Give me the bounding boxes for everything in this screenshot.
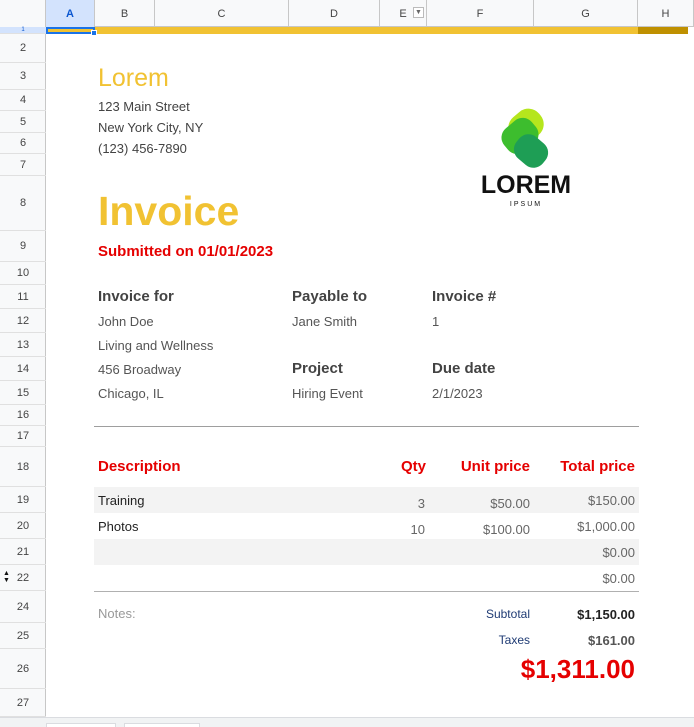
row-header-25[interactable]: 25 [0, 623, 46, 649]
project-value: Hiring Event [292, 386, 363, 401]
submitted-date: Submitted on 01/01/2023 [98, 243, 274, 260]
item-description: Photos [98, 519, 139, 534]
table-header-total-price: Total price [560, 458, 635, 475]
column-header-h[interactable]: H [638, 0, 694, 27]
notes-label: Notes: [98, 606, 136, 621]
row-header-21[interactable]: 21 [0, 539, 46, 565]
item-total-price: $1,000.00 [577, 519, 635, 534]
row-header-16[interactable]: 16 [0, 405, 46, 426]
row-header-1[interactable]: 1 [0, 27, 46, 34]
payable-to-label: Payable to [292, 288, 368, 305]
header-stripe [46, 27, 638, 34]
column-header-e-label: E [399, 7, 407, 20]
company-phone: (123) 456-7890 [98, 141, 187, 156]
item-total-price: $0.00 [602, 571, 635, 586]
section-divider [94, 426, 639, 427]
sheet-tabs-bar [0, 717, 694, 727]
company-name: Lorem [98, 64, 169, 92]
invoice-sheet[interactable]: Lorem 123 Main Street New York City, NY … [46, 27, 694, 717]
row-header-6[interactable]: 6 [0, 133, 46, 154]
invoice-for-line-3: 456 Broadway [98, 362, 182, 377]
sheet-tab-1[interactable] [46, 723, 116, 727]
logo-mark-icon [501, 108, 549, 168]
row-header-13[interactable]: 13 [0, 333, 46, 357]
item-unit-price: $50.00 [490, 496, 530, 511]
company-street: 123 Main Street [98, 99, 190, 114]
column-header-g[interactable]: G [534, 0, 638, 27]
item-unit-price: $100.00 [483, 522, 530, 537]
item-total-price: $150.00 [588, 493, 635, 508]
subtotal-label: Subtotal [485, 607, 530, 621]
invoice-for-line-1: John Doe [98, 314, 154, 329]
company-city: New York City, NY [98, 120, 204, 135]
invoice-for-line-2: Living and Wellness [98, 338, 214, 353]
subtotal-value: $1,150.00 [577, 607, 635, 622]
company-logo: LOREM IPSUM [474, 105, 578, 215]
row-header-4[interactable]: 4 [0, 90, 46, 111]
sheet-tab-2[interactable] [124, 723, 200, 727]
active-cell-a1[interactable] [46, 27, 95, 34]
row-header-22[interactable]: ▲ ▼ 22 [0, 565, 46, 591]
row-header-20[interactable]: 20 [0, 513, 46, 539]
fill-handle[interactable] [91, 30, 97, 36]
column-header-e[interactable]: E ▼ [380, 0, 427, 27]
row-header-2[interactable]: 2 [0, 34, 46, 63]
logo-sub: IPSUM [509, 201, 543, 208]
row-header-10[interactable]: 10 [0, 262, 46, 285]
row-header-19[interactable]: 19 [0, 487, 46, 513]
column-header-b[interactable]: B [95, 0, 155, 27]
item-qty: 10 [410, 522, 425, 537]
invoice-for-label: Invoice for [98, 288, 174, 305]
row-header-12[interactable]: 12 [0, 309, 46, 333]
row-header-15[interactable]: 15 [0, 381, 46, 405]
item-qty: 3 [417, 496, 425, 511]
column-header-c[interactable]: C [155, 0, 289, 27]
row-header-11[interactable]: 11 [0, 285, 46, 309]
item-description: Training [98, 493, 145, 508]
header-stripe-dark [638, 27, 688, 34]
due-date-value: 2/1/2023 [432, 386, 483, 401]
row-header-7[interactable]: 7 [0, 154, 46, 176]
grand-total: $1,311.00 [520, 654, 635, 684]
table-bottom-divider [94, 591, 639, 592]
taxes-value: $161.00 [588, 633, 635, 648]
invoice-number-value: 1 [432, 314, 440, 329]
filter-dropdown-icon[interactable]: ▼ [413, 7, 424, 18]
column-header-d[interactable]: D [289, 0, 380, 27]
row-header-9[interactable]: 9 [0, 231, 46, 262]
select-all-corner[interactable] [0, 0, 46, 27]
payable-to-value: Jane Smith [292, 314, 358, 329]
row-header-22-label: 22 [16, 571, 30, 584]
row-header-17[interactable]: 17 [0, 426, 46, 447]
column-header-bar: A B C D E ▼ F G H [0, 0, 694, 27]
logo-word: LOREM [480, 171, 572, 199]
invoice-for-line-4: Chicago, IL [98, 386, 164, 401]
row-header-3[interactable]: 3 [0, 63, 46, 90]
item-total-price: $0.00 [602, 545, 635, 560]
row-header-5[interactable]: 5 [0, 111, 46, 133]
hidden-rows-toggle-icon[interactable]: ▲ ▼ [3, 570, 10, 584]
table-header-qty: Qty [400, 458, 426, 475]
taxes-label: Taxes [498, 633, 530, 647]
column-header-a[interactable]: A [46, 0, 95, 27]
table-header-unit-price: Unit price [460, 458, 530, 475]
row-header-26[interactable]: 26 [0, 649, 46, 689]
row-header-24[interactable]: 24 [0, 591, 46, 623]
row-header-18[interactable]: 18 [0, 447, 46, 487]
column-header-f[interactable]: F [427, 0, 534, 27]
row-header-bar: 1 2 3 4 5 6 7 8 9 10 11 12 13 14 15 16 1… [0, 27, 46, 717]
row-header-14[interactable]: 14 [0, 357, 46, 381]
invoice-title: Invoice [98, 188, 240, 234]
row-header-8[interactable]: 8 [0, 176, 46, 231]
table-header-description: Description [98, 458, 181, 475]
row-header-27[interactable]: 27 [0, 689, 46, 717]
invoice-number-label: Invoice # [432, 288, 497, 305]
due-date-label: Due date [432, 360, 496, 377]
project-label: Project [292, 360, 343, 377]
